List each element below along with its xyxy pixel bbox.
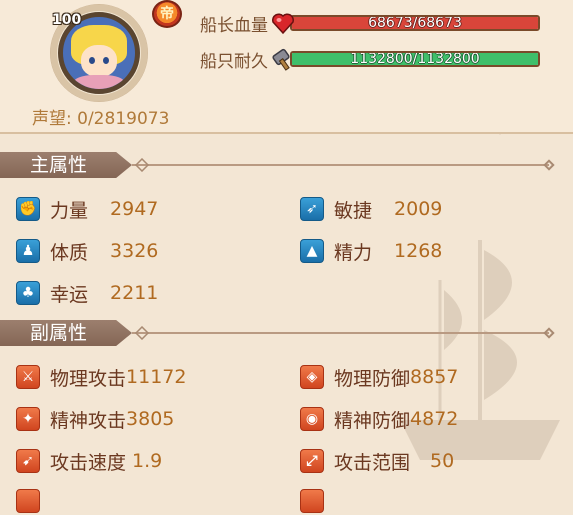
- hp-bar: 68673/68673: [290, 15, 540, 31]
- attr-attack-speed: ➹ 攻击速度 1.9: [16, 447, 162, 475]
- rank-emblem-icon[interactable]: 帝: [152, 0, 182, 28]
- magic-shield-icon: ◉: [300, 407, 324, 431]
- heart-icon: [271, 13, 295, 35]
- shield-icon: ◈: [300, 365, 324, 389]
- level-badge: 100: [52, 12, 82, 28]
- clover-icon: ♣: [16, 281, 40, 305]
- attr-constitution: ♟ 体质 3326: [16, 237, 158, 265]
- durability-bar: 1132800/1132800: [290, 51, 540, 67]
- hp-bar-text: 68673/68673: [368, 15, 462, 31]
- graduation-cap-icon: ▲: [300, 239, 324, 263]
- main-attributes-header: 主属性: [0, 152, 573, 180]
- durability-label: 船只耐久: [200, 51, 268, 72]
- attr-value: 8857: [410, 366, 459, 388]
- attr-value: 1268: [394, 240, 443, 262]
- attr-luck: ♣ 幸运 2211: [16, 279, 158, 307]
- swift-sword-icon: ➹: [16, 449, 40, 473]
- attr-next-row-left: [16, 487, 40, 515]
- range-icon: ⤢: [300, 449, 324, 473]
- attr-label: 力量: [50, 199, 89, 222]
- ornament-end-icon: [543, 159, 555, 171]
- attr-value: 3805: [126, 408, 175, 430]
- ornament-icon: [134, 158, 150, 172]
- attr-label: 精神防御: [334, 409, 411, 432]
- attr-label: 敏捷: [334, 199, 373, 222]
- attr-value: 3326: [110, 240, 159, 262]
- main-attributes-title: 主属性: [0, 152, 132, 178]
- attr-energy: ▲ 精力 1268: [300, 237, 442, 265]
- attr-value: 50: [430, 450, 455, 472]
- attr-label: 精力: [334, 241, 373, 264]
- sub-attributes-header: 副属性: [0, 320, 573, 348]
- attr-label: 体质: [50, 241, 89, 264]
- ornament-end-icon: [543, 327, 555, 339]
- attr-spirit-attack: ✦ 精神攻击 3805: [16, 405, 174, 433]
- attr-value: 2009: [394, 198, 443, 220]
- attr-physical-defense: ◈ 物理防御 8857: [300, 363, 458, 391]
- fame-display: 声望: 0/2819073: [32, 104, 169, 129]
- durability-bar-text: 1132800/1132800: [350, 51, 480, 67]
- attr-strength: ✊ 力量 2947: [16, 195, 158, 223]
- hp-row: 船长血量 68673/68673: [200, 10, 540, 36]
- ornament-icon: [134, 326, 150, 340]
- partial-icon: [300, 489, 324, 513]
- attr-label: 物理防御: [334, 367, 411, 390]
- captain-panel: 100 帝 声望: 0/2819073 船长血量 68673/68673 船只耐…: [0, 0, 573, 134]
- attr-value: 1.9: [132, 450, 163, 472]
- hammer-icon: [272, 48, 290, 71]
- staff-icon: ✦: [16, 407, 40, 431]
- attr-attack-range: ⤢ 攻击范围 50: [300, 447, 454, 475]
- attr-label: 物理攻击: [50, 367, 127, 390]
- attr-value: 2211: [110, 282, 159, 304]
- durability-row: 船只耐久 1132800/1132800: [200, 46, 540, 72]
- attr-agility: ➶ 敏捷 2009: [300, 195, 442, 223]
- attr-label: 攻击范围: [334, 451, 411, 474]
- partial-icon: [16, 489, 40, 513]
- fist-icon: ✊: [16, 197, 40, 221]
- attr-value: 4872: [410, 408, 459, 430]
- sub-attributes-title: 副属性: [0, 320, 132, 346]
- attr-label: 幸运: [50, 283, 89, 306]
- attr-label: 攻击速度: [50, 451, 127, 474]
- attr-spirit-defense: ◉ 精神防御 4872: [300, 405, 458, 433]
- attr-value: 2947: [110, 198, 159, 220]
- wing-icon: ➶: [300, 197, 324, 221]
- attr-value: 11172: [126, 366, 187, 388]
- person-icon: ♟: [16, 239, 40, 263]
- attr-next-row-right: [300, 487, 324, 515]
- hp-label: 船长血量: [200, 15, 268, 36]
- sword-icon: ⚔: [16, 365, 40, 389]
- fame-value: 0/2819073: [77, 109, 170, 129]
- fame-label: 声望:: [32, 109, 72, 129]
- attr-physical-attack: ⚔ 物理攻击 11172: [16, 363, 186, 391]
- attr-label: 精神攻击: [50, 409, 127, 432]
